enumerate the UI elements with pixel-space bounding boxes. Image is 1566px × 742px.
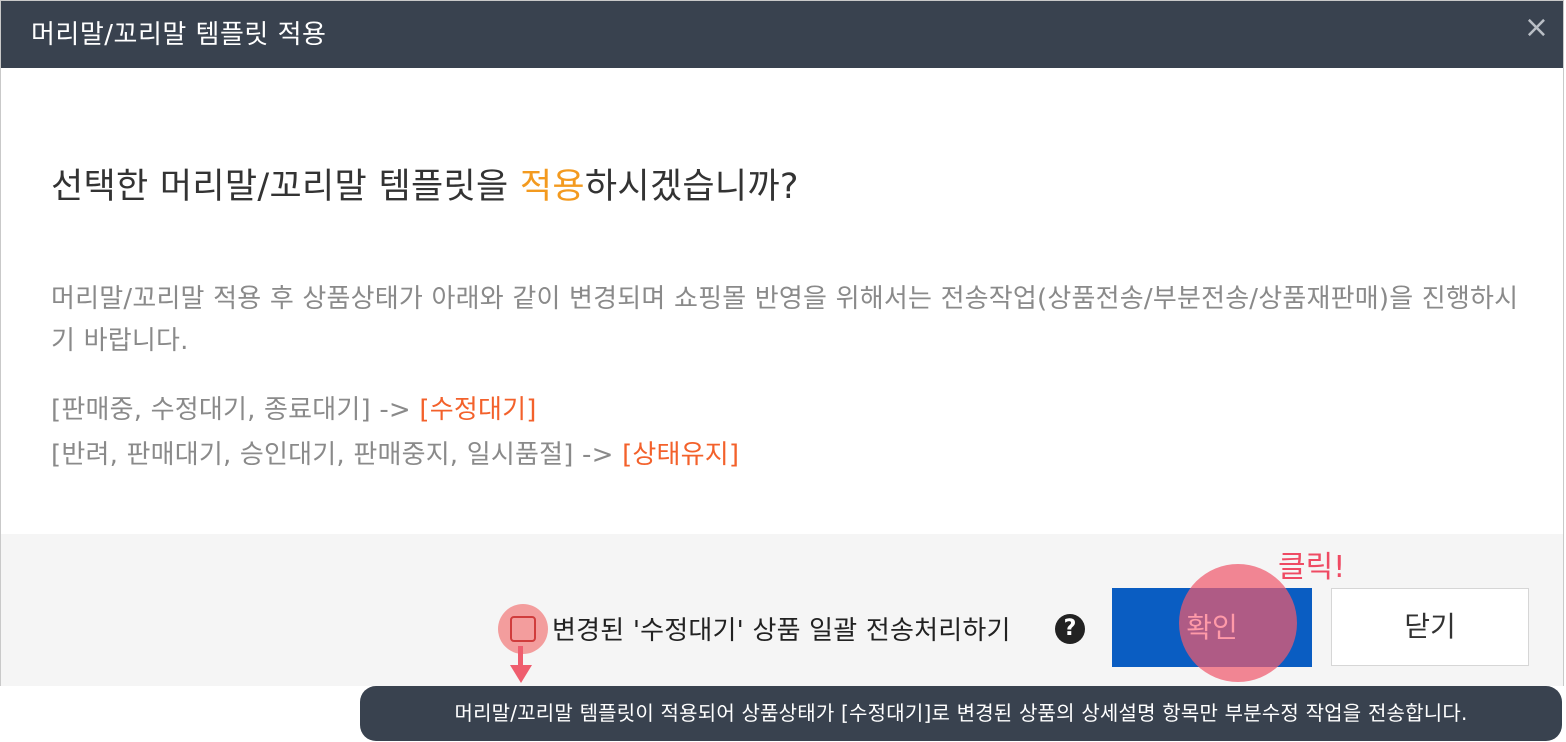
help-icon[interactable]: ?: [1055, 614, 1085, 644]
batch-send-label[interactable]: 변경된 '수정대기' 상품 일괄 전송처리하기: [552, 610, 1011, 647]
tooltip-arrow-head: [510, 665, 532, 683]
tooltip: 머리말/꼬리말 템플릿이 적용되어 상품상태가 [수정대기]로 변경된 상품의 …: [360, 686, 1562, 741]
description-text: 머리말/꼬리말 적용 후 상품상태가 아래와 같이 변경되며 쇼핑몰 반영을 위…: [51, 284, 1519, 356]
close-icon[interactable]: ×: [1524, 13, 1549, 43]
rule-to: [수정대기]: [419, 395, 537, 425]
batch-send-checkbox[interactable]: [510, 616, 536, 642]
click-annotation: 클릭!: [1278, 550, 1346, 585]
dialog-title: 머리말/꼬리말 템플릿 적용: [31, 20, 327, 50]
checkbox-highlight: [498, 604, 548, 654]
status-rule-2: [반려, 판매대기, 승인대기, 판매중지, 일시품절] -> [상태유지]: [51, 434, 739, 471]
template-apply-dialog: 머리말/꼬리말 템플릿 적용 × 선택한 머리말/꼬리말 템플릿을 적용하시겠습…: [0, 0, 1564, 686]
question-suffix: 하시겠습니까?: [584, 167, 799, 207]
question-prefix: 선택한 머리말/꼬리말 템플릿을: [51, 167, 520, 207]
confirm-button-label[interactable]: 확인: [1112, 588, 1312, 667]
dialog-footer: 변경된 '수정대기' 상품 일괄 전송처리하기 ? 확인 클릭! 닫기: [1, 534, 1563, 686]
confirm-question: 선택한 머리말/꼬리말 템플릿을 적용하시겠습니까?: [51, 158, 799, 209]
rule-from: [판매중, 수정대기, 종료대기] ->: [51, 395, 420, 425]
question-highlight: 적용: [519, 167, 585, 207]
rule-from: [반려, 판매대기, 승인대기, 판매중지, 일시품절] ->: [51, 440, 623, 470]
status-rule-1: [판매중, 수정대기, 종료대기] -> [수정대기]: [51, 389, 537, 426]
rule-to: [상태유지]: [622, 440, 740, 470]
close-button[interactable]: 닫기: [1331, 588, 1529, 666]
dialog-header: 머리말/꼬리말 템플릿 적용 ×: [1, 1, 1563, 68]
